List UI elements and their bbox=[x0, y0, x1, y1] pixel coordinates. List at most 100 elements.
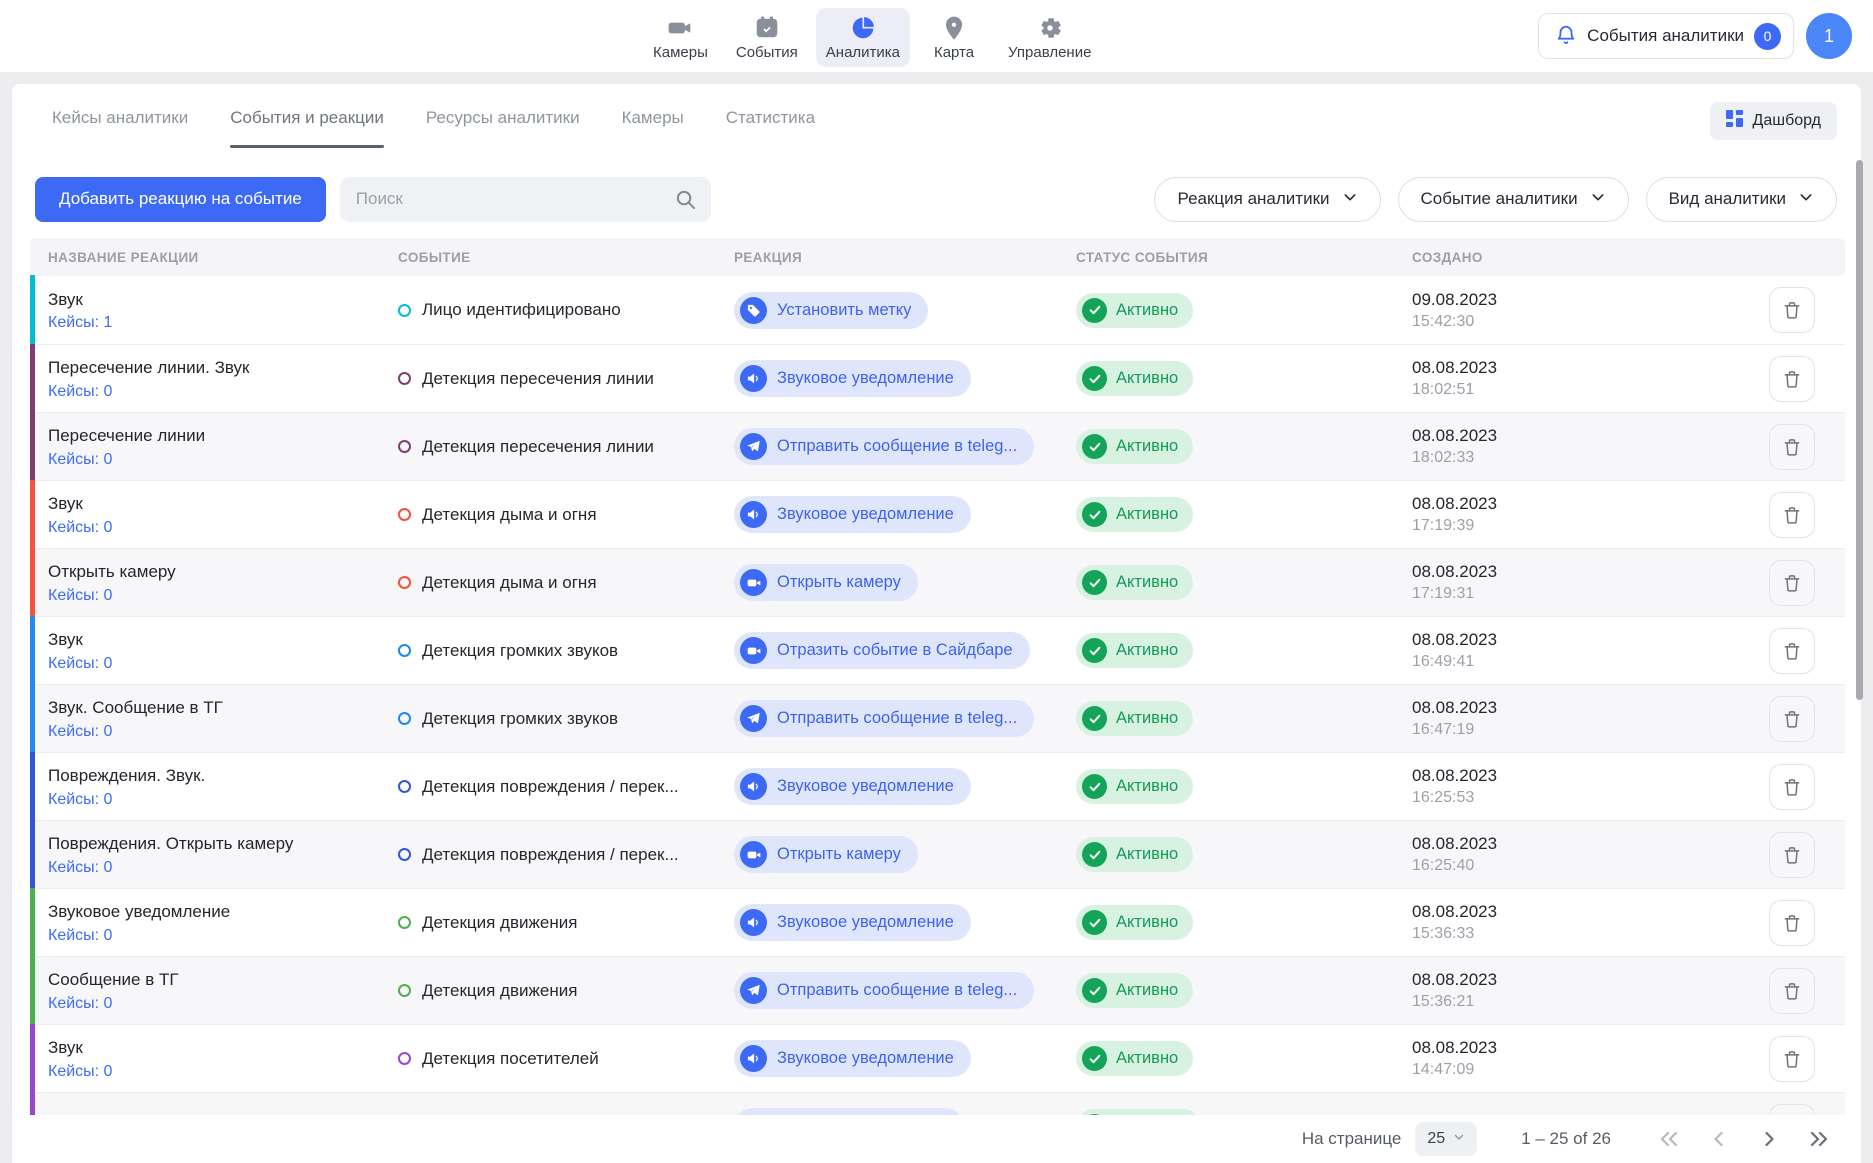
nav-label: Управление bbox=[1008, 44, 1091, 61]
reaction-pill[interactable]: Открыть камеру bbox=[734, 836, 918, 873]
reaction-name: Повреждения. Звук. bbox=[48, 764, 398, 789]
reaction-pill[interactable]: Звуковое уведомление bbox=[734, 360, 971, 397]
cases-link[interactable]: Кейсы: 0 bbox=[48, 451, 112, 469]
tab-statistics[interactable]: Статистика bbox=[726, 86, 815, 148]
nav-label: Аналитика bbox=[826, 44, 900, 61]
table-row[interactable]: Звук Кейсы: 0 Детекция громких звуков От… bbox=[30, 616, 1845, 684]
delete-button[interactable] bbox=[1769, 356, 1815, 402]
created-time: 17:19:31 bbox=[1412, 585, 1740, 603]
tab-events-and-reactions[interactable]: События и реакции bbox=[230, 86, 384, 148]
reaction-pill[interactable]: Звуковое уведомление bbox=[734, 904, 971, 941]
search-icon[interactable] bbox=[674, 188, 697, 216]
filter-analytics-type[interactable]: Вид аналитики bbox=[1646, 177, 1837, 222]
delete-button[interactable] bbox=[1769, 764, 1815, 810]
cases-link[interactable]: Кейсы: 0 bbox=[48, 383, 112, 401]
last-page-icon[interactable] bbox=[1807, 1127, 1831, 1151]
delete-button[interactable] bbox=[1769, 968, 1815, 1014]
avatar[interactable]: 1 bbox=[1806, 13, 1852, 59]
table-row[interactable]: Пересечение линии Кейсы: 0 Детекция пере… bbox=[30, 412, 1845, 480]
tag-icon bbox=[740, 297, 767, 324]
telegram-icon bbox=[740, 433, 767, 460]
reaction-pill[interactable]: Отправить сообщение в teleg... bbox=[734, 428, 1034, 465]
reaction-name: Открыть камеру bbox=[48, 560, 398, 585]
content-card: Кейсы аналитики События и реакции Ресурс… bbox=[12, 84, 1861, 1163]
event-label: Детекция громких звуков bbox=[422, 641, 618, 661]
delete-button[interactable] bbox=[1769, 1036, 1815, 1082]
delete-button[interactable] bbox=[1769, 696, 1815, 742]
tab-analytics-resources[interactable]: Ресурсы аналитики bbox=[426, 86, 580, 148]
table-row[interactable]: Звук Кейсы: 1 Лицо идентифицировано Уста… bbox=[30, 276, 1845, 344]
reaction-pill[interactable]: Звуковое уведомление bbox=[734, 1040, 971, 1077]
tab-analytics-cases[interactable]: Кейсы аналитики bbox=[52, 86, 188, 148]
speaker-icon bbox=[740, 1045, 767, 1072]
cases-link[interactable]: Кейсы: 1 bbox=[48, 314, 112, 332]
search-input[interactable] bbox=[340, 177, 711, 222]
delete-button[interactable] bbox=[1769, 628, 1815, 674]
nav-item-analytics[interactable]: Аналитика bbox=[816, 8, 910, 67]
reaction-pill[interactable]: Звуковое уведомление bbox=[734, 496, 971, 533]
delete-button[interactable] bbox=[1769, 287, 1815, 333]
table-row[interactable]: Повреждения. Звук. Кейсы: 0 Детекция пов… bbox=[30, 752, 1845, 820]
cases-link[interactable]: Кейсы: 0 bbox=[48, 587, 112, 605]
created-time: 16:47:19 bbox=[1412, 721, 1740, 739]
calendar-check-icon bbox=[754, 15, 780, 41]
next-page-icon[interactable] bbox=[1757, 1127, 1781, 1151]
reaction-pill[interactable]: Установить метку bbox=[734, 292, 928, 329]
cases-link[interactable]: Кейсы: 0 bbox=[48, 927, 112, 945]
reaction-pill[interactable]: Отправить сообщение в teleg... bbox=[734, 972, 1034, 1009]
reaction-pill[interactable]: Открыть камеру bbox=[734, 564, 918, 601]
reaction-name: Повреждения. Открыть камеру bbox=[48, 832, 398, 857]
add-reaction-button[interactable]: Добавить реакцию на событие bbox=[35, 177, 326, 222]
cases-link[interactable]: Кейсы: 0 bbox=[48, 723, 112, 741]
tab-cameras[interactable]: Камеры bbox=[622, 86, 684, 148]
cases-link[interactable]: Кейсы: 0 bbox=[48, 519, 112, 537]
reaction-pill[interactable]: Звуковое уведомление bbox=[734, 768, 971, 805]
delete-button[interactable] bbox=[1769, 900, 1815, 946]
first-page-icon[interactable] bbox=[1657, 1127, 1681, 1151]
nav-item-management[interactable]: Управление bbox=[998, 8, 1101, 67]
speaker-icon bbox=[740, 501, 767, 528]
delete-button[interactable] bbox=[1769, 424, 1815, 470]
filters: Реакция аналитики Событие аналитики Вид … bbox=[1154, 177, 1837, 222]
filter-analytics-reaction[interactable]: Реакция аналитики bbox=[1154, 177, 1380, 222]
row-accent-bar bbox=[30, 480, 35, 548]
table-row[interactable]: Повреждения. Открыть камеру Кейсы: 0 Дет… bbox=[30, 820, 1845, 888]
events-count-badge: 0 bbox=[1754, 23, 1781, 50]
table-row[interactable]: Открыть камеру Кейсы: 0 Детекция дыма и … bbox=[30, 548, 1845, 616]
cases-link[interactable]: Кейсы: 0 bbox=[48, 859, 112, 877]
row-accent-bar bbox=[30, 956, 35, 1024]
table-row[interactable]: Пересечение линии. Звук Кейсы: 0 Детекци… bbox=[30, 344, 1845, 412]
analytics-events-button[interactable]: События аналитики 0 bbox=[1538, 13, 1794, 59]
cases-link[interactable]: Кейсы: 0 bbox=[48, 995, 112, 1013]
status-badge: Активно bbox=[1076, 973, 1193, 1008]
table-header: НАЗВАНИЕ РЕАКЦИИ СОБЫТИЕ РЕАКЦИЯ СТАТУС … bbox=[30, 238, 1845, 276]
nav-item-map[interactable]: Карта bbox=[918, 8, 990, 67]
reaction-pill[interactable]: Отправить сообщение в teleg... bbox=[734, 700, 1034, 737]
cases-link[interactable]: Кейсы: 0 bbox=[48, 1063, 112, 1081]
delete-button[interactable] bbox=[1769, 832, 1815, 878]
delete-button[interactable] bbox=[1769, 560, 1815, 606]
dashboard-button[interactable]: Дашборд bbox=[1710, 102, 1838, 140]
scrollbar-thumb[interactable] bbox=[1856, 160, 1863, 700]
table-row[interactable]: Звук Кейсы: 0 Детекция дыма и огня Звуко… bbox=[30, 480, 1845, 548]
delete-button[interactable] bbox=[1769, 492, 1815, 538]
per-page-select[interactable]: 25 bbox=[1415, 1122, 1477, 1156]
nav-item-events[interactable]: События bbox=[726, 8, 808, 67]
table-row[interactable]: Звук Кейсы: 0 Детекция посетителей Звуко… bbox=[30, 1024, 1845, 1092]
col-header-reaction: РЕАКЦИЯ bbox=[734, 250, 1076, 265]
nav-item-cameras[interactable]: Камеры bbox=[643, 8, 718, 67]
scrollbar[interactable] bbox=[1856, 88, 1863, 1159]
cases-link[interactable]: Кейсы: 0 bbox=[48, 655, 112, 673]
speaker-icon bbox=[740, 365, 767, 392]
check-icon bbox=[1082, 366, 1107, 391]
camera-icon bbox=[740, 841, 767, 868]
bell-icon bbox=[1555, 24, 1577, 49]
table-row[interactable]: Звуковое уведомление Кейсы: 0 Детекция д… bbox=[30, 888, 1845, 956]
dashboard-icon bbox=[1726, 110, 1743, 132]
table-row[interactable]: Сообщение в ТГ Кейсы: 0 Детекция движени… bbox=[30, 956, 1845, 1024]
table-row[interactable]: Звук. Сообщение в ТГ Кейсы: 0 Детекция г… bbox=[30, 684, 1845, 752]
reaction-pill[interactable]: Отразить событие в Сайдбаре bbox=[734, 632, 1030, 669]
prev-page-icon[interactable] bbox=[1707, 1127, 1731, 1151]
cases-link[interactable]: Кейсы: 0 bbox=[48, 791, 112, 809]
filter-analytics-event[interactable]: Событие аналитики bbox=[1398, 177, 1629, 222]
